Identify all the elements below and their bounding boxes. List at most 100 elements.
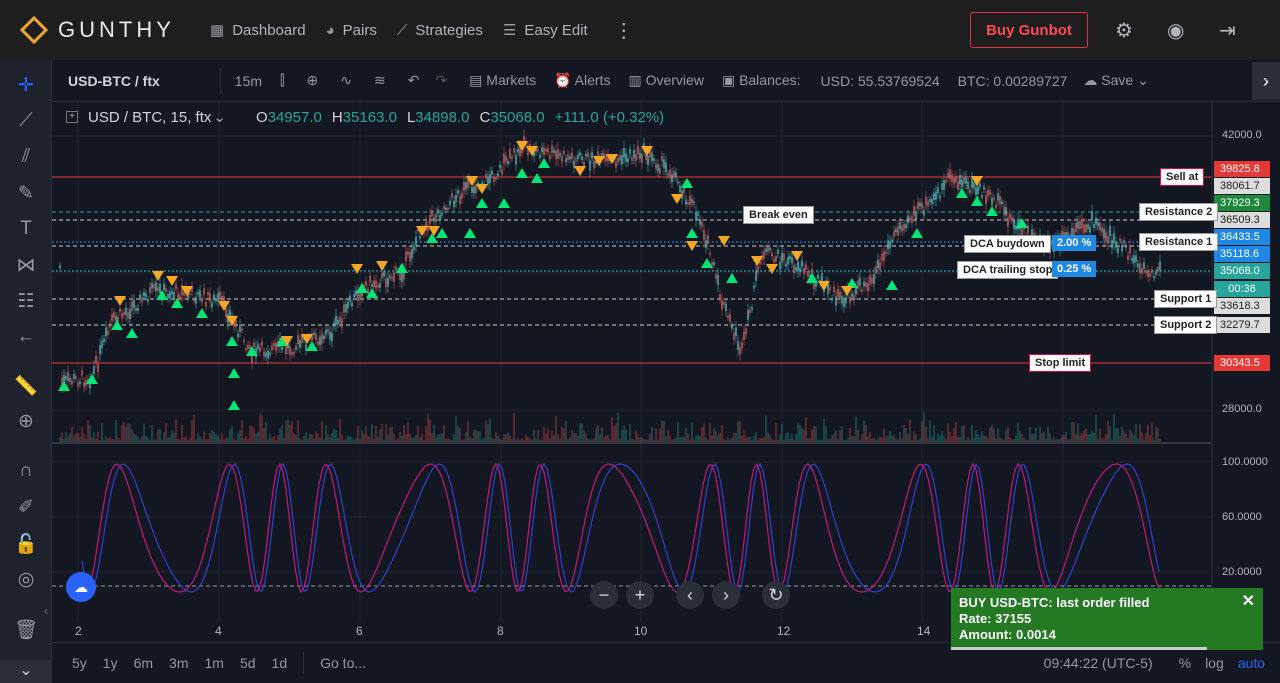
label-break-even: Break even xyxy=(743,206,814,224)
gunthy-logo-icon xyxy=(19,15,49,45)
time-tick: 10 xyxy=(634,624,648,638)
range-6m[interactable]: 6m xyxy=(134,655,153,671)
trade-markers xyxy=(58,141,1028,410)
percent-scale-toggle[interactable]: % xyxy=(1179,655,1191,671)
time-tick: 8 xyxy=(497,624,504,638)
usd-balance: USD: 55.53769524 xyxy=(820,72,940,89)
price-tag-dca-buydown: 36433.5 xyxy=(1214,229,1270,245)
time-tick: 4 xyxy=(215,624,222,638)
redo-icon[interactable]: ↷ xyxy=(435,72,447,89)
toast-rate: Rate: 37155 xyxy=(959,611,1032,626)
lock-icon[interactable]: 🔓 xyxy=(14,532,38,556)
price-tag-38061: 38061.7 xyxy=(1214,178,1270,194)
symbol-selector[interactable]: USD-BTC / ftx xyxy=(68,73,160,89)
time-tick: 2 xyxy=(75,624,82,638)
label-sell-at: Sell at xyxy=(1160,168,1205,186)
logout-icon[interactable]: ⇥ xyxy=(1219,18,1236,43)
close-value: 35068.0 xyxy=(490,108,545,126)
chevron-down-icon[interactable]: ⌄ xyxy=(213,108,226,126)
trash-icon[interactable]: 🗑 xyxy=(14,618,38,642)
oscillator xyxy=(81,462,1160,594)
indicators-icon[interactable]: ≋ xyxy=(374,72,386,89)
forecast-icon[interactable]: ☷ xyxy=(14,290,38,313)
expand-legend-icon[interactable]: + xyxy=(66,111,78,123)
price-chart[interactable] xyxy=(52,102,1280,642)
cloud-sync-icon[interactable]: ☁ xyxy=(66,572,96,602)
goto-button[interactable]: Go to... xyxy=(320,655,366,671)
toggle-right-panel-icon[interactable]: › xyxy=(1252,62,1280,100)
logo[interactable]: GUNTHY xyxy=(19,15,190,45)
price-tick: 42000.0 xyxy=(1222,129,1262,141)
crosshair-icon[interactable]: ✛ xyxy=(14,74,38,97)
ruler-icon[interactable]: 📏 xyxy=(14,374,38,398)
range-1m[interactable]: 1m xyxy=(205,655,224,671)
volume-bars xyxy=(59,412,1161,442)
price-tag-support2: 32279.7 xyxy=(1214,317,1270,333)
nav-dashboard[interactable]: ▦ Dashboard xyxy=(210,21,306,40)
zoom-out-icon[interactable]: − xyxy=(590,581,618,609)
trendline-icon[interactable]: ⟋ xyxy=(14,110,38,132)
save-button[interactable]: ☁ Save ⌄ xyxy=(1083,72,1148,89)
log-scale-toggle[interactable]: log xyxy=(1205,655,1224,671)
add-indicator-icon[interactable]: ⊕ xyxy=(307,72,319,89)
nav-easy-edit[interactable]: ☰ Easy Edit xyxy=(503,21,588,40)
eye-icon[interactable]: ◎ xyxy=(14,568,38,591)
dca-trailing-pct: 0.25 % xyxy=(1052,261,1097,277)
pattern-icon[interactable]: ⋈ xyxy=(14,254,38,277)
zoom-in-button-icon[interactable]: + xyxy=(626,581,654,609)
more-menu-icon[interactable]: ⋮ xyxy=(614,18,634,43)
text-tool-icon[interactable]: T xyxy=(14,218,38,240)
open-label: O xyxy=(255,108,268,126)
label-resistance2: Resistance 2 xyxy=(1139,203,1219,221)
compare-icon[interactable]: ∿ xyxy=(340,72,352,89)
candle-type-icon[interactable]: ⫿ xyxy=(280,72,284,89)
settings-gear-icon[interactable]: ⚙ xyxy=(1115,18,1133,43)
overview-button[interactable]: ▥ Overview xyxy=(628,72,703,89)
scroll-left-icon[interactable]: ‹ xyxy=(676,581,704,609)
range-1y[interactable]: 1y xyxy=(103,655,118,671)
chart-toolbar: USD-BTC / ftx 15m ⫿ ⊕ ∿ ≋ ↶ ↷ ▤ Markets … xyxy=(52,60,1280,102)
collapse-panel-icon[interactable]: ⌄ xyxy=(0,660,52,683)
pencil-lock-icon[interactable]: ✐ xyxy=(14,496,38,519)
scroll-right-icon[interactable]: › xyxy=(712,581,740,609)
toast-progress xyxy=(951,647,1207,650)
osc-tick: 20.0000 xyxy=(1222,566,1262,578)
legend-symbol[interactable]: USD / BTC, 15, ftx xyxy=(88,109,211,126)
label-support2: Support 2 xyxy=(1154,316,1218,334)
open-value: 34957.0 xyxy=(267,108,322,126)
nav-strategies[interactable]: ⟋ Strategies xyxy=(397,22,483,39)
label-stop-limit: Stop limit xyxy=(1029,354,1092,372)
account-icon[interactable]: ◉ xyxy=(1167,18,1184,43)
zoom-in-icon[interactable]: ⊕ xyxy=(14,410,38,433)
price-tag-sell-at: 39825.8 xyxy=(1214,161,1270,177)
label-dca-buydown: DCA buydown xyxy=(964,235,1051,253)
close-icon[interactable]: ✕ xyxy=(1242,594,1255,610)
fib-tool-icon[interactable]: ⫽ xyxy=(14,146,38,168)
range-5y[interactable]: 5y xyxy=(72,655,87,671)
undo-icon[interactable]: ↶ xyxy=(408,72,420,89)
time-tick: 6 xyxy=(356,624,363,638)
nav-pairs[interactable]: ◕ Pairs xyxy=(326,22,377,39)
low-value: 34898.0 xyxy=(415,108,470,126)
time-tick: 14 xyxy=(917,624,931,638)
strategies-icon: ⟋ xyxy=(396,21,408,39)
label-support1: Support 1 xyxy=(1154,290,1218,308)
collapse-toolbar-icon[interactable]: ‹ xyxy=(44,604,48,618)
range-1d[interactable]: 1d xyxy=(272,655,288,671)
alerts-button[interactable]: ⏰ Alerts xyxy=(554,72,610,89)
brand-name: GUNTHY xyxy=(58,17,175,42)
osc-tick: 60.0000 xyxy=(1222,511,1262,523)
magnet-icon[interactable]: ∩ xyxy=(14,460,38,482)
auto-scale-toggle[interactable]: auto xyxy=(1238,655,1265,671)
arrow-back-icon[interactable]: ← xyxy=(14,326,38,348)
dashboard-icon: ▦ xyxy=(210,22,225,39)
price-tag-stop-limit: 30343.5 xyxy=(1214,355,1270,371)
range-5d[interactable]: 5d xyxy=(240,655,256,671)
interval-selector[interactable]: 15m xyxy=(235,73,262,89)
markets-button[interactable]: ▤ Markets xyxy=(469,72,536,89)
range-3m[interactable]: 3m xyxy=(169,655,188,671)
price-tag-support1: 33618.3 xyxy=(1214,298,1270,314)
reset-chart-icon[interactable]: ↻ xyxy=(762,581,790,609)
buy-gunbot-button[interactable]: Buy Gunbot xyxy=(970,12,1088,48)
brush-icon[interactable]: ✎ xyxy=(14,182,38,205)
